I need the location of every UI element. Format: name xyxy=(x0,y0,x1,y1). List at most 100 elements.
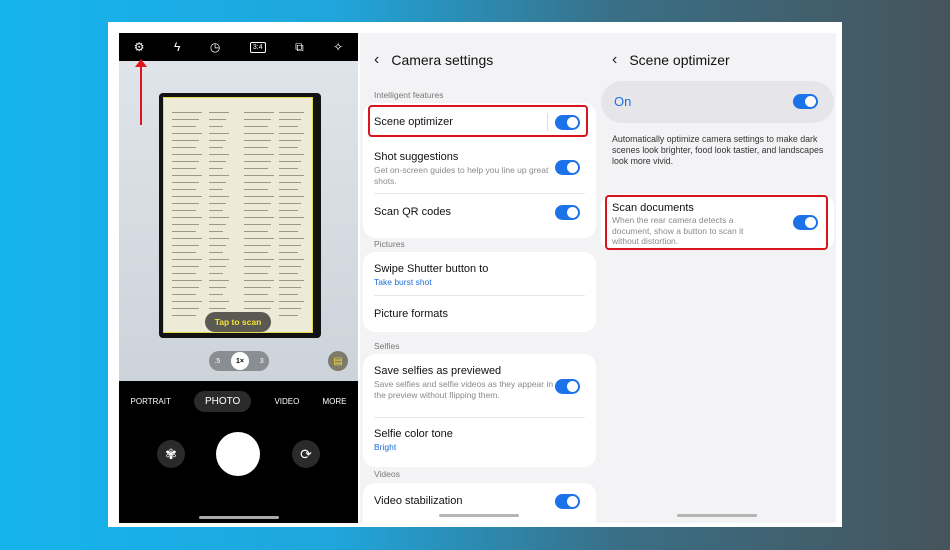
text-line xyxy=(244,168,268,169)
text-line xyxy=(279,147,298,148)
text-line xyxy=(244,196,274,197)
text-line xyxy=(172,112,202,113)
text-line xyxy=(172,175,202,176)
save-selfies-toggle[interactable] xyxy=(555,379,580,394)
zoom-selector[interactable]: .5 1× 3 xyxy=(209,351,269,371)
text-line xyxy=(172,217,202,218)
item-title: Swipe Shutter button to xyxy=(374,263,489,275)
mode-more[interactable]: MORE xyxy=(322,397,346,406)
video-stabilization-toggle[interactable] xyxy=(555,494,580,509)
text-line xyxy=(172,189,196,190)
setting-video-stabilization[interactable]: Video stabilization xyxy=(374,495,585,507)
timer-icon[interactable]: ◷ xyxy=(210,40,220,54)
master-toggle[interactable] xyxy=(793,94,818,109)
text-line xyxy=(209,196,229,197)
text-line xyxy=(279,308,301,309)
text-line xyxy=(279,287,301,288)
document-scan-icon[interactable]: ▤ xyxy=(328,351,348,371)
text-line xyxy=(244,133,274,134)
home-indicator xyxy=(199,516,279,519)
text-line xyxy=(279,224,301,225)
camera-modes: PORTRAIT PHOTO VIDEO MORE xyxy=(119,391,358,412)
text-line xyxy=(172,133,202,134)
text-line xyxy=(244,126,268,127)
text-line xyxy=(244,266,271,267)
text-line xyxy=(209,175,229,176)
setting-save-selfies[interactable]: Save selfies as previewed Save selfies an… xyxy=(374,365,585,400)
text-line xyxy=(279,315,298,316)
text-line xyxy=(172,259,202,260)
text-line xyxy=(244,112,274,113)
text-line xyxy=(244,182,271,183)
text-line xyxy=(244,280,274,281)
back-icon[interactable]: ‹ xyxy=(374,51,379,69)
text-line xyxy=(172,210,196,211)
text-line xyxy=(279,189,298,190)
setting-picture-formats[interactable]: Picture formats xyxy=(374,308,585,320)
back-icon[interactable]: ‹ xyxy=(612,51,617,69)
text-line xyxy=(172,140,199,141)
item-title: Selfie color tone xyxy=(374,428,453,440)
text-line xyxy=(244,301,274,302)
item-value: Take burst shot xyxy=(374,277,432,287)
setting-shot-suggestions[interactable]: Shot suggestions Get on-screen guides to … xyxy=(374,151,585,186)
text-line xyxy=(279,266,301,267)
master-switch-bar[interactable]: On xyxy=(601,81,834,123)
effects-flower-icon[interactable]: ✾ xyxy=(157,440,185,468)
text-line xyxy=(209,140,226,141)
text-line xyxy=(172,231,196,232)
ratio-3-4-icon[interactable]: 3:4 xyxy=(249,41,266,53)
text-line xyxy=(279,280,304,281)
text-line xyxy=(209,119,226,120)
text-line xyxy=(279,259,304,260)
text-line xyxy=(209,308,226,309)
text-line xyxy=(279,196,304,197)
setting-scan-qr[interactable]: Scan QR codes xyxy=(374,206,585,218)
text-line xyxy=(209,224,226,225)
text-line xyxy=(209,210,223,211)
text-line xyxy=(172,287,199,288)
text-line xyxy=(244,210,268,211)
text-line xyxy=(209,133,229,134)
zoom-1x[interactable]: 1× xyxy=(230,352,249,370)
home-indicator xyxy=(439,514,519,517)
text-line xyxy=(172,301,202,302)
divider xyxy=(374,417,585,418)
section-label: Intelligent features xyxy=(374,90,444,100)
text-line xyxy=(279,175,304,176)
text-line xyxy=(209,294,223,295)
gear-icon[interactable]: ⚙ xyxy=(134,40,145,54)
text-line xyxy=(209,203,226,204)
shot-suggestions-toggle[interactable] xyxy=(555,160,580,175)
tap-to-scan-button[interactable]: Tap to scan xyxy=(205,312,271,332)
divider xyxy=(374,295,585,296)
flash-off-icon[interactable]: ϟ xyxy=(174,40,180,54)
zoom-3[interactable]: 3 xyxy=(260,358,264,365)
text-line xyxy=(172,168,196,169)
text-line xyxy=(279,140,301,141)
text-line xyxy=(172,273,196,274)
text-line xyxy=(244,294,268,295)
setting-swipe-shutter[interactable]: Swipe Shutter button to Take burst shot xyxy=(374,263,585,287)
camera-viewfinder[interactable]: (function(){var p=document.currentScript… xyxy=(119,61,358,381)
motion-photo-icon[interactable]: ⧉ xyxy=(295,40,304,55)
setting-selfie-color-tone[interactable]: Selfie color tone Bright xyxy=(374,428,585,452)
text-line xyxy=(244,224,271,225)
document-page: (function(){var p=document.currentScript… xyxy=(163,97,313,333)
mode-portrait[interactable]: PORTRAIT xyxy=(131,397,171,406)
scan-qr-toggle[interactable] xyxy=(555,205,580,220)
text-line xyxy=(279,112,304,113)
text-line xyxy=(172,315,196,316)
mode-photo[interactable]: PHOTO xyxy=(193,391,252,412)
mode-video[interactable]: VIDEO xyxy=(274,397,299,406)
text-line xyxy=(244,245,271,246)
master-switch-label: On xyxy=(614,94,632,109)
switch-camera-icon[interactable]: ⟳ xyxy=(292,440,320,468)
item-subtitle: Save selfies and selfie videos as they a… xyxy=(374,379,554,400)
text-line xyxy=(209,189,223,190)
zoom-0-5[interactable]: .5 xyxy=(214,358,220,365)
filter-wand-icon[interactable]: ✧ xyxy=(333,40,343,54)
scene-description: Automatically optimize camera settings t… xyxy=(612,134,824,166)
shutter-button[interactable] xyxy=(216,432,260,476)
text-line xyxy=(279,273,298,274)
